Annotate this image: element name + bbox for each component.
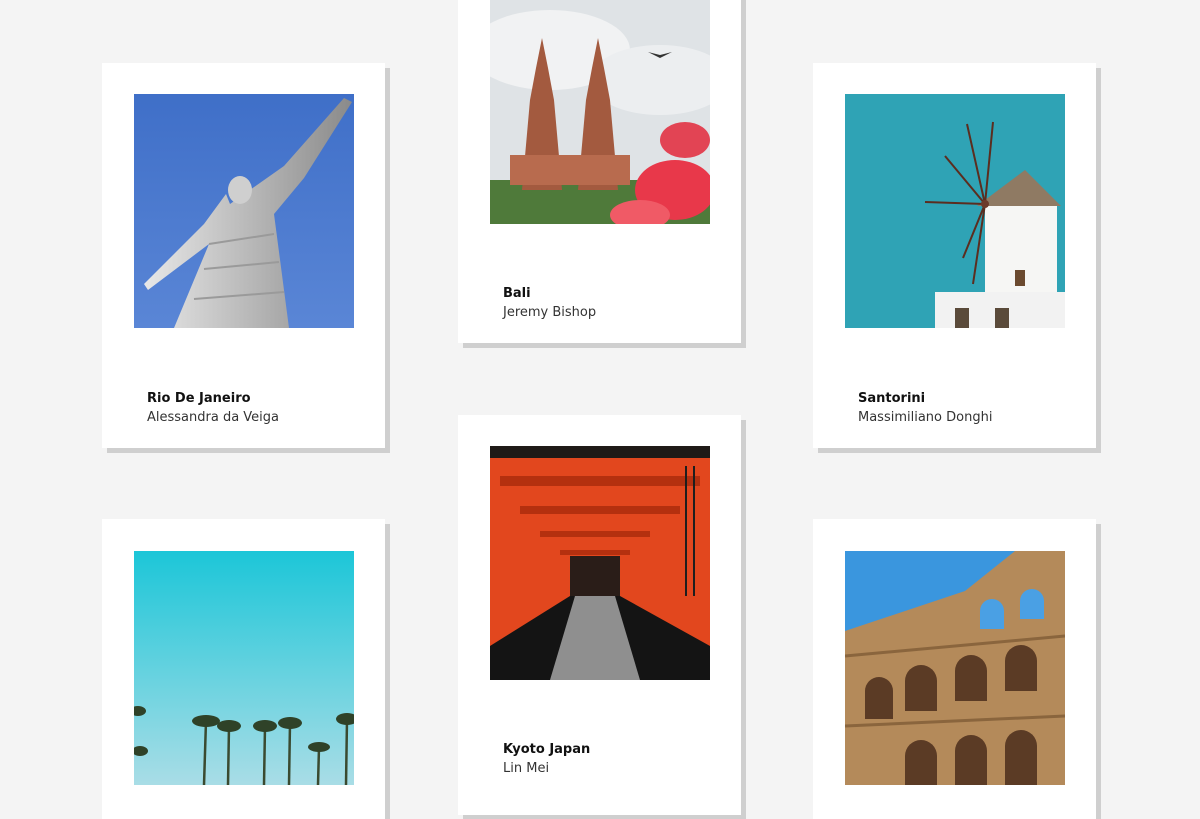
card-photo bbox=[845, 94, 1065, 328]
santorini-windmill-image bbox=[845, 94, 1065, 328]
photo-card-rio[interactable]: Rio De Janeiro Alessandra da Veiga bbox=[102, 63, 385, 448]
photo-card-santorini[interactable]: Santorini Massimiliano Donghi bbox=[813, 63, 1096, 448]
card-photo bbox=[490, 0, 710, 224]
photo-card-palms[interactable] bbox=[102, 519, 385, 819]
card-photo bbox=[490, 446, 710, 680]
card-author: Jeremy Bishop bbox=[503, 305, 597, 320]
card-title: Santorini bbox=[858, 391, 926, 406]
card-title: Bali bbox=[503, 286, 531, 301]
card-author: Alessandra da Veiga bbox=[147, 410, 280, 425]
photo-card-colosseum[interactable] bbox=[813, 519, 1096, 819]
card-author: Massimiliano Donghi bbox=[858, 410, 993, 425]
card-photo bbox=[134, 94, 354, 328]
christ-statue-image bbox=[134, 94, 354, 328]
bali-temple-image bbox=[490, 0, 710, 224]
photo-card-bali[interactable]: Bali Jeremy Bishop bbox=[458, 0, 741, 343]
colosseum-image bbox=[845, 551, 1065, 785]
torii-gates-image bbox=[490, 446, 710, 680]
card-title: Kyoto Japan bbox=[503, 742, 591, 757]
card-photo bbox=[845, 551, 1065, 785]
photo-card-kyoto[interactable]: Kyoto Japan Lin Mei bbox=[458, 415, 741, 815]
card-author: Lin Mei bbox=[503, 761, 550, 776]
card-photo bbox=[134, 551, 354, 785]
card-title: Rio De Janeiro bbox=[147, 391, 251, 406]
palm-trees-image bbox=[134, 551, 354, 785]
